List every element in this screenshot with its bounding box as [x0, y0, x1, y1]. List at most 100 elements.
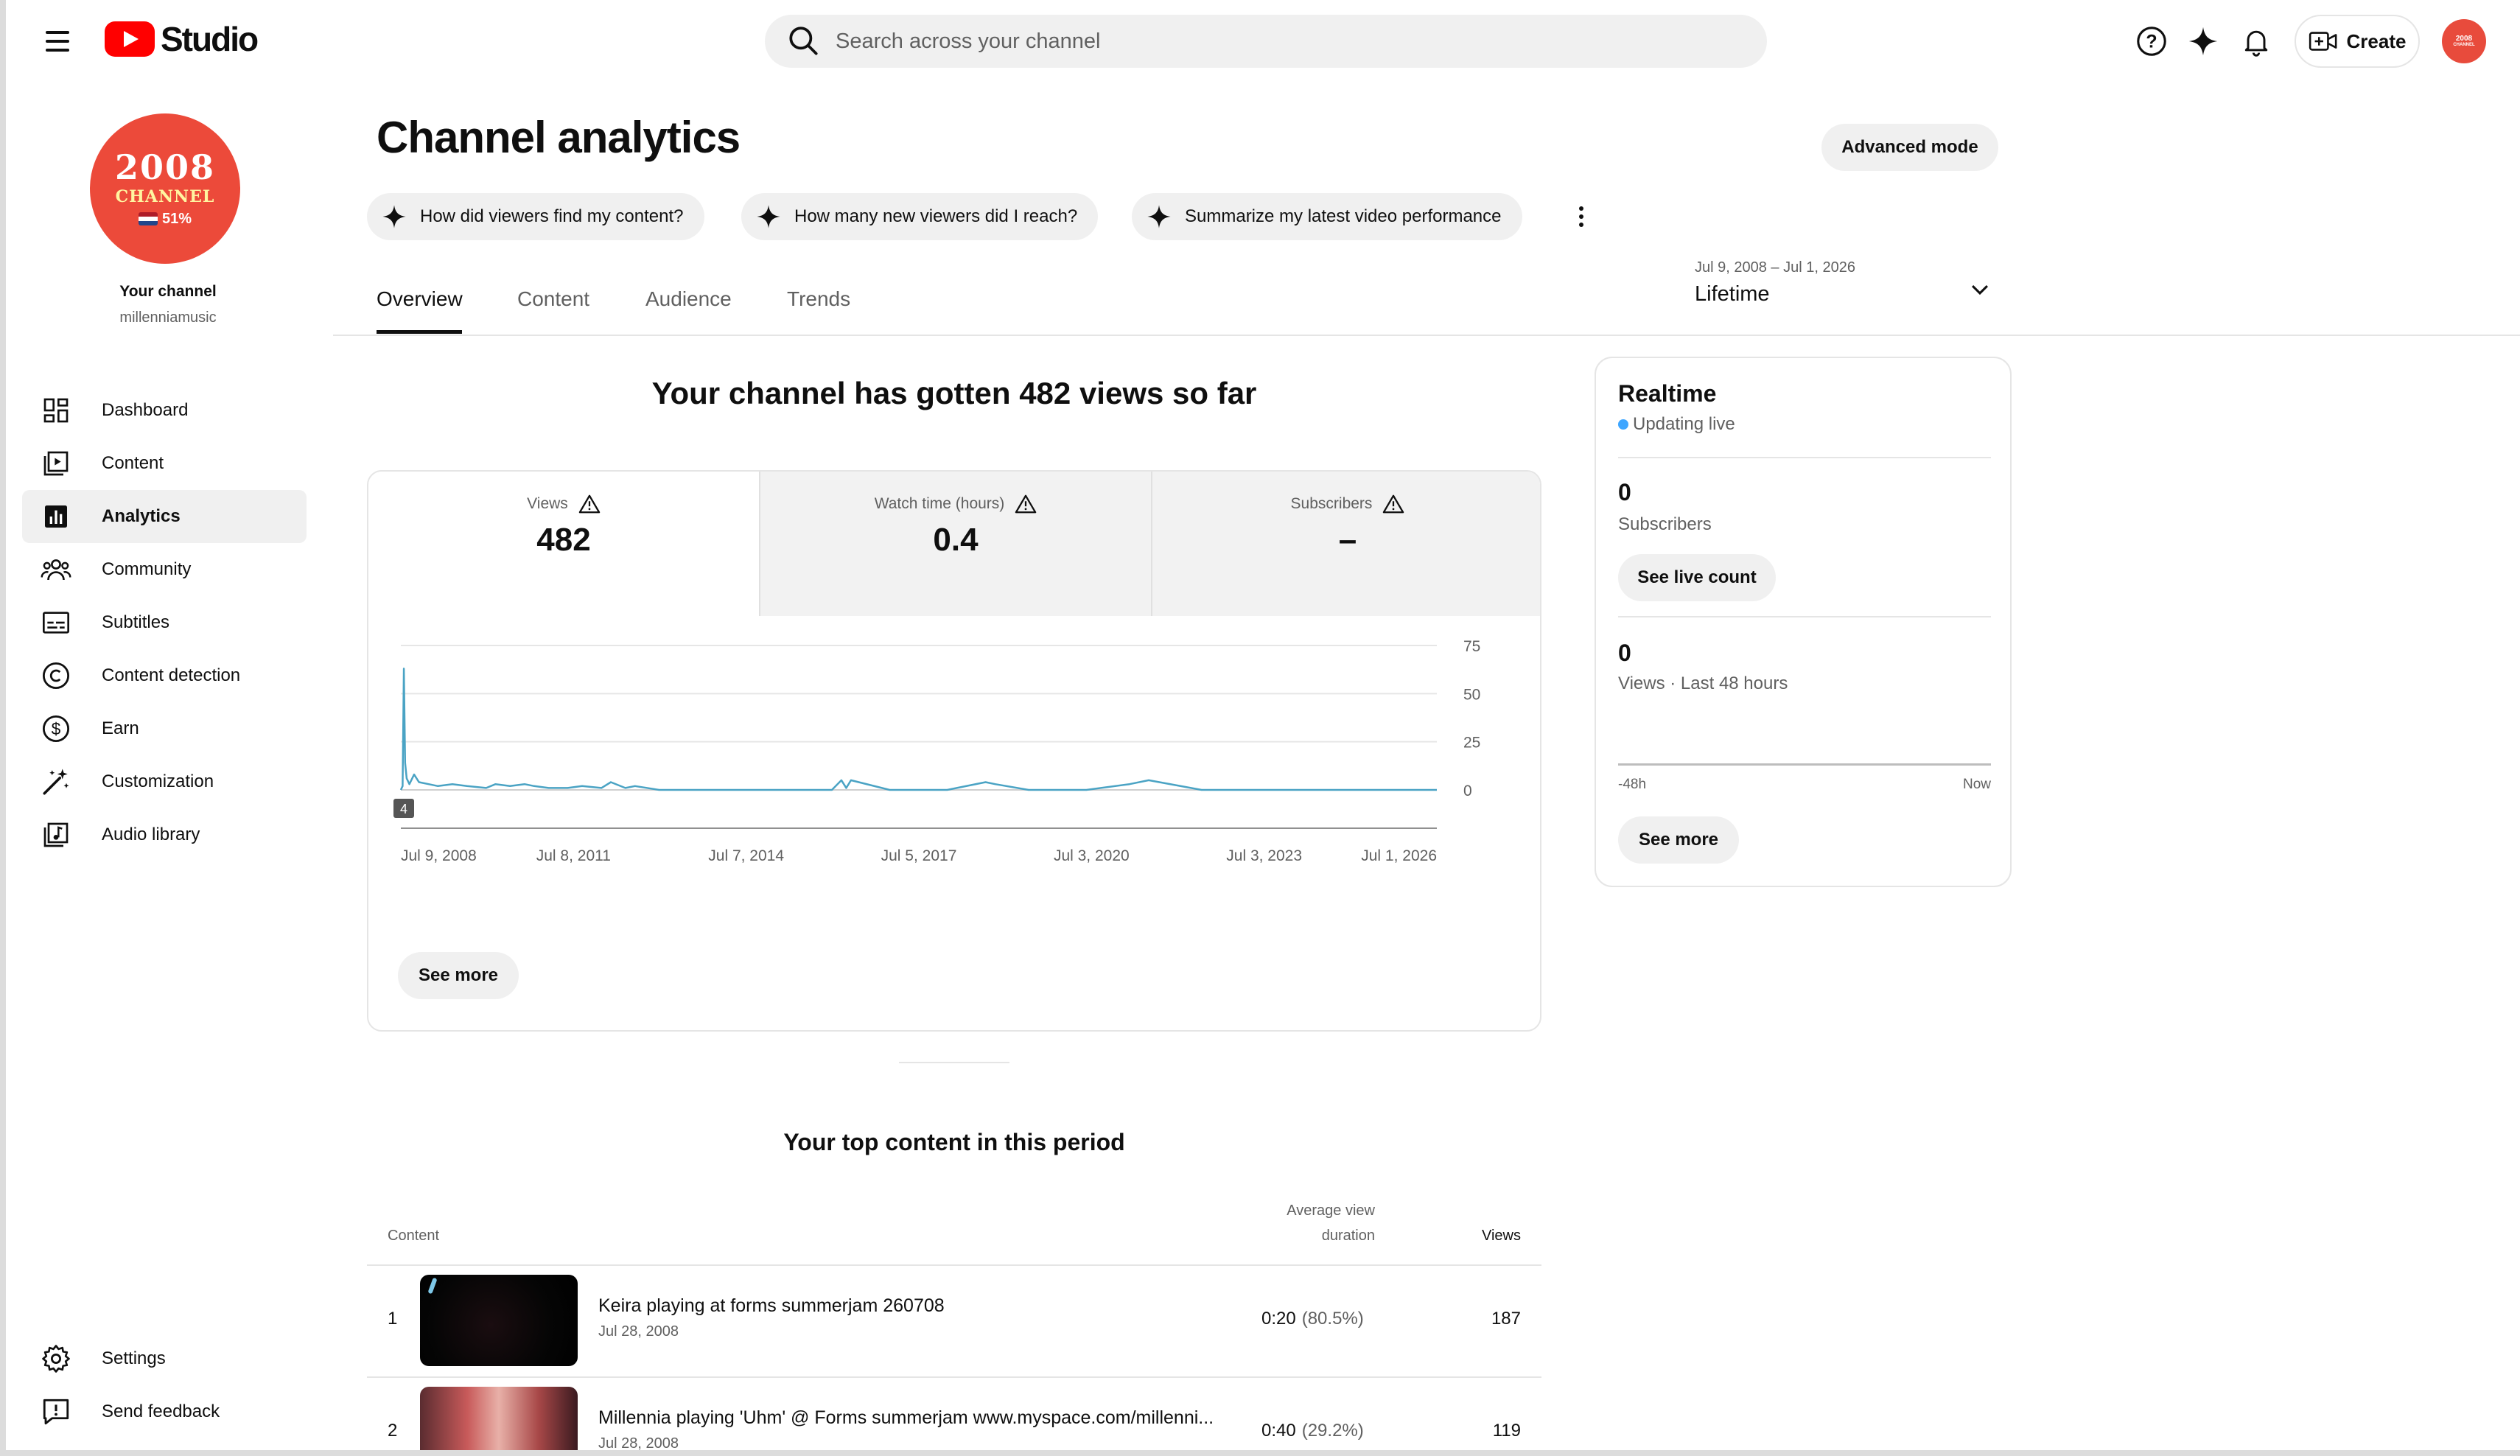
sidebar-item-label: Analytics: [102, 506, 181, 526]
metric-views[interactable]: Views 482: [368, 472, 759, 616]
sidebar-item-settings[interactable]: Settings: [22, 1332, 307, 1385]
advanced-mode-button[interactable]: Advanced mode: [1821, 124, 1998, 171]
avd-percent: (80.5%): [1301, 1309, 1364, 1329]
views-line-chart[interactable]: 0 25 50 75 Jul 9, 2008 Jul 8, 2011 Jul 7, 2014…: [368, 616, 1541, 896]
youtube-play-icon: [105, 21, 155, 57]
active-tab-indicator: [377, 330, 462, 334]
hamburger-menu-icon[interactable]: [38, 22, 77, 60]
see-live-count-button[interactable]: See live count: [1618, 554, 1776, 601]
chevron-down-icon: [1971, 284, 1989, 295]
sidebar-item-dashboard[interactable]: Dashboard: [22, 384, 307, 437]
metric-label: Subscribers: [1291, 494, 1405, 514]
x-tick-label: Jul 9, 2008: [401, 847, 477, 864]
sidebar-item-subtitles[interactable]: Subtitles: [22, 596, 307, 649]
x-tick-label: Jul 3, 2023: [1226, 847, 1302, 864]
channel-avatar[interactable]: 2008 CHANNEL 51%: [90, 113, 240, 264]
tabs-divider: [333, 335, 2520, 336]
warning-icon: [1015, 494, 1037, 514]
date-range-dates: Jul 9, 2008 – Jul 1, 2026: [1695, 259, 1855, 276]
search-bar[interactable]: [765, 15, 1767, 68]
date-range-label: Lifetime: [1695, 282, 1770, 306]
realtime-subscribers-label: Subscribers: [1618, 514, 1712, 534]
channel-summary-headline: Your channel has gotten 482 views so far: [651, 376, 1257, 410]
sidebar-item-content-detection[interactable]: Content detection: [22, 649, 307, 702]
metric-subscribers[interactable]: Subscribers –: [1152, 472, 1540, 616]
studio-logo[interactable]: Studio: [105, 19, 259, 59]
search-icon[interactable]: [785, 23, 822, 60]
avatar-percent-row: 51%: [138, 210, 192, 228]
warning-icon: [578, 494, 601, 514]
sidebar-item-community[interactable]: Community: [22, 543, 307, 596]
magic-wand-icon: [40, 766, 72, 798]
sidebar-item-label: Send feedback: [102, 1401, 220, 1421]
metric-label-text: Watch time (hours): [874, 495, 1005, 512]
metric-value: 482: [536, 522, 591, 558]
video-title-link[interactable]: Millennia playing 'Uhm' @ Forms summerja…: [598, 1407, 1214, 1429]
feedback-icon: [40, 1396, 72, 1428]
avatar-percent: 51%: [161, 210, 192, 227]
create-button[interactable]: Create: [2295, 15, 2420, 68]
table-row-divider: [367, 1376, 1541, 1378]
metric-label: Watch time (hours): [875, 494, 1037, 514]
chart-annotation-label: 4: [400, 802, 407, 816]
sidebar-item-customization[interactable]: Customization: [22, 755, 307, 808]
gear-icon: [40, 1343, 72, 1375]
sidebar-item-label: Audio library: [102, 825, 200, 844]
sparkle-icon[interactable]: [2183, 21, 2224, 62]
sidebar-item-label: Content detection: [102, 665, 241, 685]
top-bar: Studio ? Create 2008 CHANNEL: [6, 0, 2520, 81]
metric-watch-time[interactable]: Watch time (hours) 0.4: [760, 472, 1151, 616]
chip-label: How many new viewers did I reach?: [794, 206, 1078, 226]
suggestion-chip-new-viewers[interactable]: How many new viewers did I reach?: [741, 193, 1099, 240]
x-tick-label: Jul 3, 2020: [1054, 847, 1130, 864]
sidebar-item-audio-library[interactable]: Audio library: [22, 808, 307, 861]
tab-overview[interactable]: Overview: [377, 287, 463, 311]
realtime-divider: [1618, 616, 1991, 617]
sidebar-item-analytics[interactable]: Analytics: [22, 490, 307, 543]
chart-see-more-button[interactable]: See more: [398, 952, 519, 999]
date-range-picker[interactable]: Jul 9, 2008 – Jul 1, 2026 Lifetime: [1695, 259, 2004, 315]
help-icon[interactable]: ?: [2131, 21, 2172, 62]
suggestion-chip-viewers-find[interactable]: How did viewers find my content?: [367, 193, 704, 240]
more-options-icon[interactable]: [1567, 197, 1596, 236]
svg-text:?: ?: [2146, 32, 2157, 52]
bell-icon[interactable]: [2236, 21, 2277, 62]
video-thumbnail[interactable]: [420, 1387, 578, 1450]
dollar-icon: $: [40, 713, 72, 745]
x-tick-label: Jul 7, 2014: [708, 847, 784, 864]
realtime-title: Realtime: [1618, 380, 1717, 407]
sidebar-item-content[interactable]: Content: [22, 437, 307, 490]
search-input[interactable]: [836, 29, 1720, 54]
tab-trends[interactable]: Trends: [787, 287, 850, 311]
avatar-text-year: 2008: [2455, 35, 2473, 43]
chip-label: Summarize my latest video performance: [1185, 206, 1502, 226]
video-title-link[interactable]: Keira playing at forms summerjam 260708: [598, 1295, 945, 1317]
audio-library-icon: [40, 819, 72, 851]
x-tick-label: Jul 5, 2017: [881, 847, 957, 864]
sparkle-icon: [1147, 205, 1171, 228]
section-divider: [899, 1062, 1009, 1063]
sidebar-item-earn[interactable]: $ Earn: [22, 702, 307, 755]
warning-icon: [1383, 494, 1404, 514]
sparkle-icon: [382, 205, 406, 228]
realtime-card: Realtime Updating live 0 Subscribers See…: [1595, 357, 2012, 887]
video-thumbnail[interactable]: [420, 1275, 578, 1366]
create-label: Create: [2346, 29, 2407, 52]
realtime-subscribers-value: 0: [1618, 479, 1631, 505]
y-tick-label: 25: [1463, 735, 1480, 752]
realtime-status: Updating live: [1618, 414, 1735, 435]
sidebar-item-send-feedback[interactable]: Send feedback: [22, 1385, 307, 1438]
page-title: Channel analytics: [377, 113, 741, 162]
channel-handle: millenniamusic: [119, 309, 217, 326]
account-avatar[interactable]: 2008 CHANNEL: [2442, 19, 2486, 63]
video-date: Jul 28, 2008: [598, 1323, 679, 1340]
live-dot-icon: [1618, 419, 1628, 430]
realtime-see-more-button[interactable]: See more: [1618, 816, 1739, 864]
community-icon: [40, 553, 72, 586]
video-add-icon: [2309, 32, 2337, 51]
sidebar-item-label: Settings: [102, 1348, 166, 1368]
avd-percent: (29.2%): [1301, 1421, 1364, 1441]
tab-audience[interactable]: Audience: [645, 287, 732, 311]
suggestion-chip-summarize[interactable]: Summarize my latest video performance: [1132, 193, 1522, 240]
tab-content[interactable]: Content: [517, 287, 589, 311]
